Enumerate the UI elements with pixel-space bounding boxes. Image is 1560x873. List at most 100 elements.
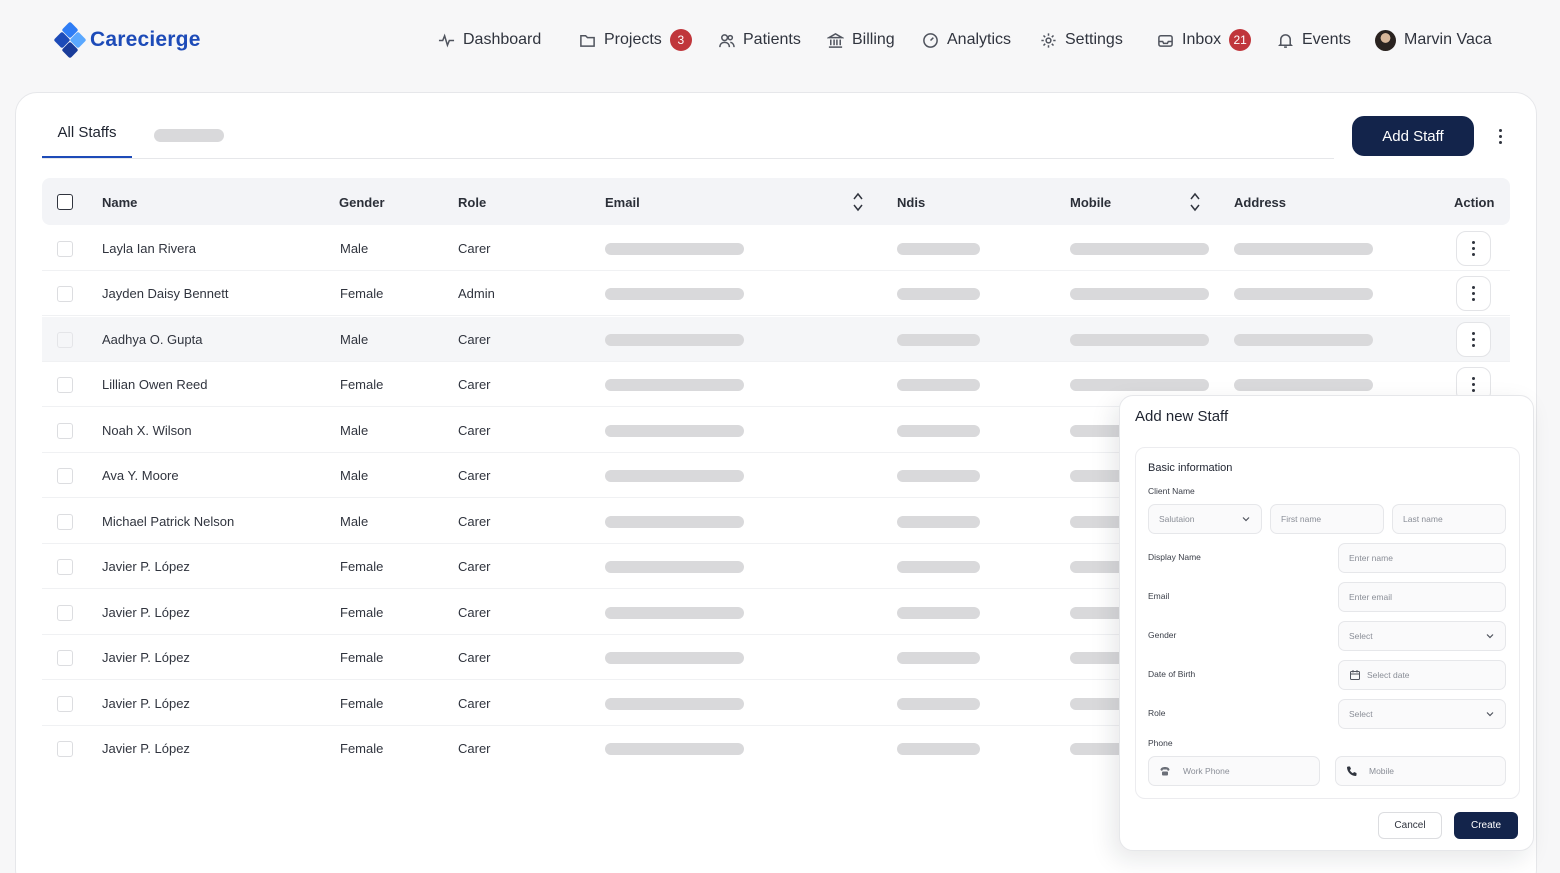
row-checkbox[interactable] — [57, 468, 73, 484]
nav-dashboard[interactable]: Dashboard — [438, 28, 541, 52]
user-menu[interactable]: Marvin Vaca — [1375, 28, 1492, 52]
ndis-skeleton — [897, 698, 980, 710]
ndis-skeleton — [897, 425, 980, 437]
sort-mobile-icon[interactable] — [1188, 191, 1202, 213]
ndis-skeleton — [897, 561, 980, 573]
row-checkbox[interactable] — [57, 650, 73, 666]
chevron-down-icon — [1486, 712, 1494, 717]
role-label: Role — [1148, 708, 1166, 718]
staff-gender: Male — [340, 423, 369, 438]
mobile-input[interactable]: Mobile — [1335, 756, 1506, 786]
staff-gender: Female — [340, 377, 384, 392]
row-checkbox[interactable] — [57, 605, 73, 621]
staff-name: Layla Ian Rivera — [102, 241, 196, 256]
staff-gender: Female — [340, 286, 384, 301]
staff-name: Aadhya O. Gupta — [102, 332, 203, 347]
staff-role: Carer — [458, 559, 491, 574]
row-checkbox[interactable] — [57, 514, 73, 530]
staff-gender: Male — [340, 332, 369, 347]
staff-gender: Female — [340, 741, 384, 756]
nav-analytics[interactable]: Analytics — [922, 28, 1011, 52]
more-options-icon[interactable] — [1492, 126, 1508, 146]
row-checkbox[interactable] — [57, 377, 73, 393]
nav-billing[interactable]: Billing — [827, 28, 895, 52]
staff-gender: Male — [340, 514, 369, 529]
salutation-select[interactable]: Salutaion — [1148, 504, 1262, 534]
create-button[interactable]: Create — [1454, 812, 1518, 839]
header-gender[interactable]: Gender — [339, 195, 385, 210]
add-staff-button[interactable]: Add Staff — [1352, 116, 1474, 156]
chevron-down-icon — [1242, 517, 1250, 522]
row-checkbox[interactable] — [57, 423, 73, 439]
row-action-button[interactable] — [1456, 276, 1491, 311]
row-checkbox[interactable] — [57, 741, 73, 757]
dob-label: Date of Birth — [1148, 669, 1196, 679]
first-name-input[interactable]: First name — [1270, 504, 1384, 534]
mobile-skeleton — [1070, 334, 1209, 346]
email-skeleton — [605, 561, 744, 573]
staff-tabs: All Staffs — [42, 116, 1334, 159]
gender-select[interactable]: Select — [1338, 621, 1506, 651]
email-skeleton — [605, 334, 744, 346]
table-header: Name Gender Role Email Ndis Mobile Addre… — [42, 178, 1510, 225]
section-title: Basic information — [1148, 462, 1233, 474]
email-skeleton — [605, 243, 744, 255]
basic-information-section: Basic information Client Name Salutaion … — [1135, 447, 1520, 799]
app-logo[interactable]: Carecierge — [53, 21, 201, 59]
staff-name: Javier P. López — [102, 696, 190, 711]
staff-name: Lillian Owen Reed — [102, 377, 208, 392]
staff-name: Ava Y. Moore — [102, 468, 179, 483]
email-skeleton — [605, 652, 744, 664]
last-name-input[interactable]: Last name — [1392, 504, 1506, 534]
header-address[interactable]: Address — [1234, 195, 1286, 210]
cancel-button[interactable]: Cancel — [1378, 812, 1442, 839]
row-checkbox[interactable] — [57, 559, 73, 575]
nav-patients[interactable]: Patients — [718, 28, 801, 52]
header-email[interactable]: Email — [605, 195, 640, 210]
email-input[interactable]: Enter email — [1338, 582, 1506, 612]
row-checkbox[interactable] — [57, 696, 73, 712]
work-phone-input[interactable]: Work Phone — [1148, 756, 1320, 786]
nav-inbox[interactable]: Inbox 21 — [1157, 28, 1252, 52]
chevron-down-icon — [1486, 634, 1494, 639]
header-name[interactable]: Name — [102, 195, 137, 210]
staff-role: Carer — [458, 423, 491, 438]
staff-role: Carer — [458, 605, 491, 620]
role-select[interactable]: Select — [1338, 699, 1506, 729]
select-all-checkbox[interactable] — [57, 194, 73, 210]
table-row[interactable]: Jayden Daisy Bennett Female Admin — [42, 271, 1510, 316]
row-checkbox[interactable] — [57, 332, 73, 348]
staff-role: Admin — [458, 286, 495, 301]
tab-all-staffs[interactable]: All Staffs — [42, 116, 132, 158]
staff-role: Carer — [458, 468, 491, 483]
header-mobile[interactable]: Mobile — [1070, 195, 1111, 210]
table-row[interactable]: Layla Ian Rivera Male Carer — [42, 226, 1510, 271]
telephone-icon — [1160, 767, 1170, 776]
nav-settings[interactable]: Settings — [1040, 28, 1123, 52]
users-icon — [719, 33, 735, 47]
row-action-button[interactable] — [1456, 322, 1491, 357]
ndis-skeleton — [897, 379, 980, 391]
nav-projects[interactable]: Projects 3 — [579, 28, 692, 52]
staff-role: Carer — [458, 241, 491, 256]
display-name-input[interactable]: Enter name — [1338, 543, 1506, 573]
email-skeleton — [605, 743, 744, 755]
row-checkbox[interactable] — [57, 241, 73, 257]
dob-date-picker[interactable]: Select date — [1338, 660, 1506, 690]
sort-email-icon[interactable] — [851, 191, 865, 213]
email-label: Email — [1148, 591, 1170, 601]
header-action: Action — [1454, 195, 1495, 210]
header-ndis[interactable]: Ndis — [897, 195, 925, 210]
header-role[interactable]: Role — [458, 195, 486, 210]
staff-name: Jayden Daisy Bennett — [102, 286, 229, 301]
inbox-icon — [1158, 34, 1173, 47]
nav-events[interactable]: Events — [1277, 28, 1351, 52]
row-action-button[interactable] — [1456, 231, 1491, 266]
mobile-skeleton — [1070, 243, 1209, 255]
ndis-skeleton — [897, 243, 980, 255]
table-row[interactable]: Aadhya O. Gupta Male Carer — [42, 317, 1510, 362]
logo-mark-icon — [53, 21, 87, 59]
staff-gender: Male — [340, 468, 369, 483]
staff-name: Michael Patrick Nelson — [102, 514, 235, 529]
row-checkbox[interactable] — [57, 286, 73, 302]
